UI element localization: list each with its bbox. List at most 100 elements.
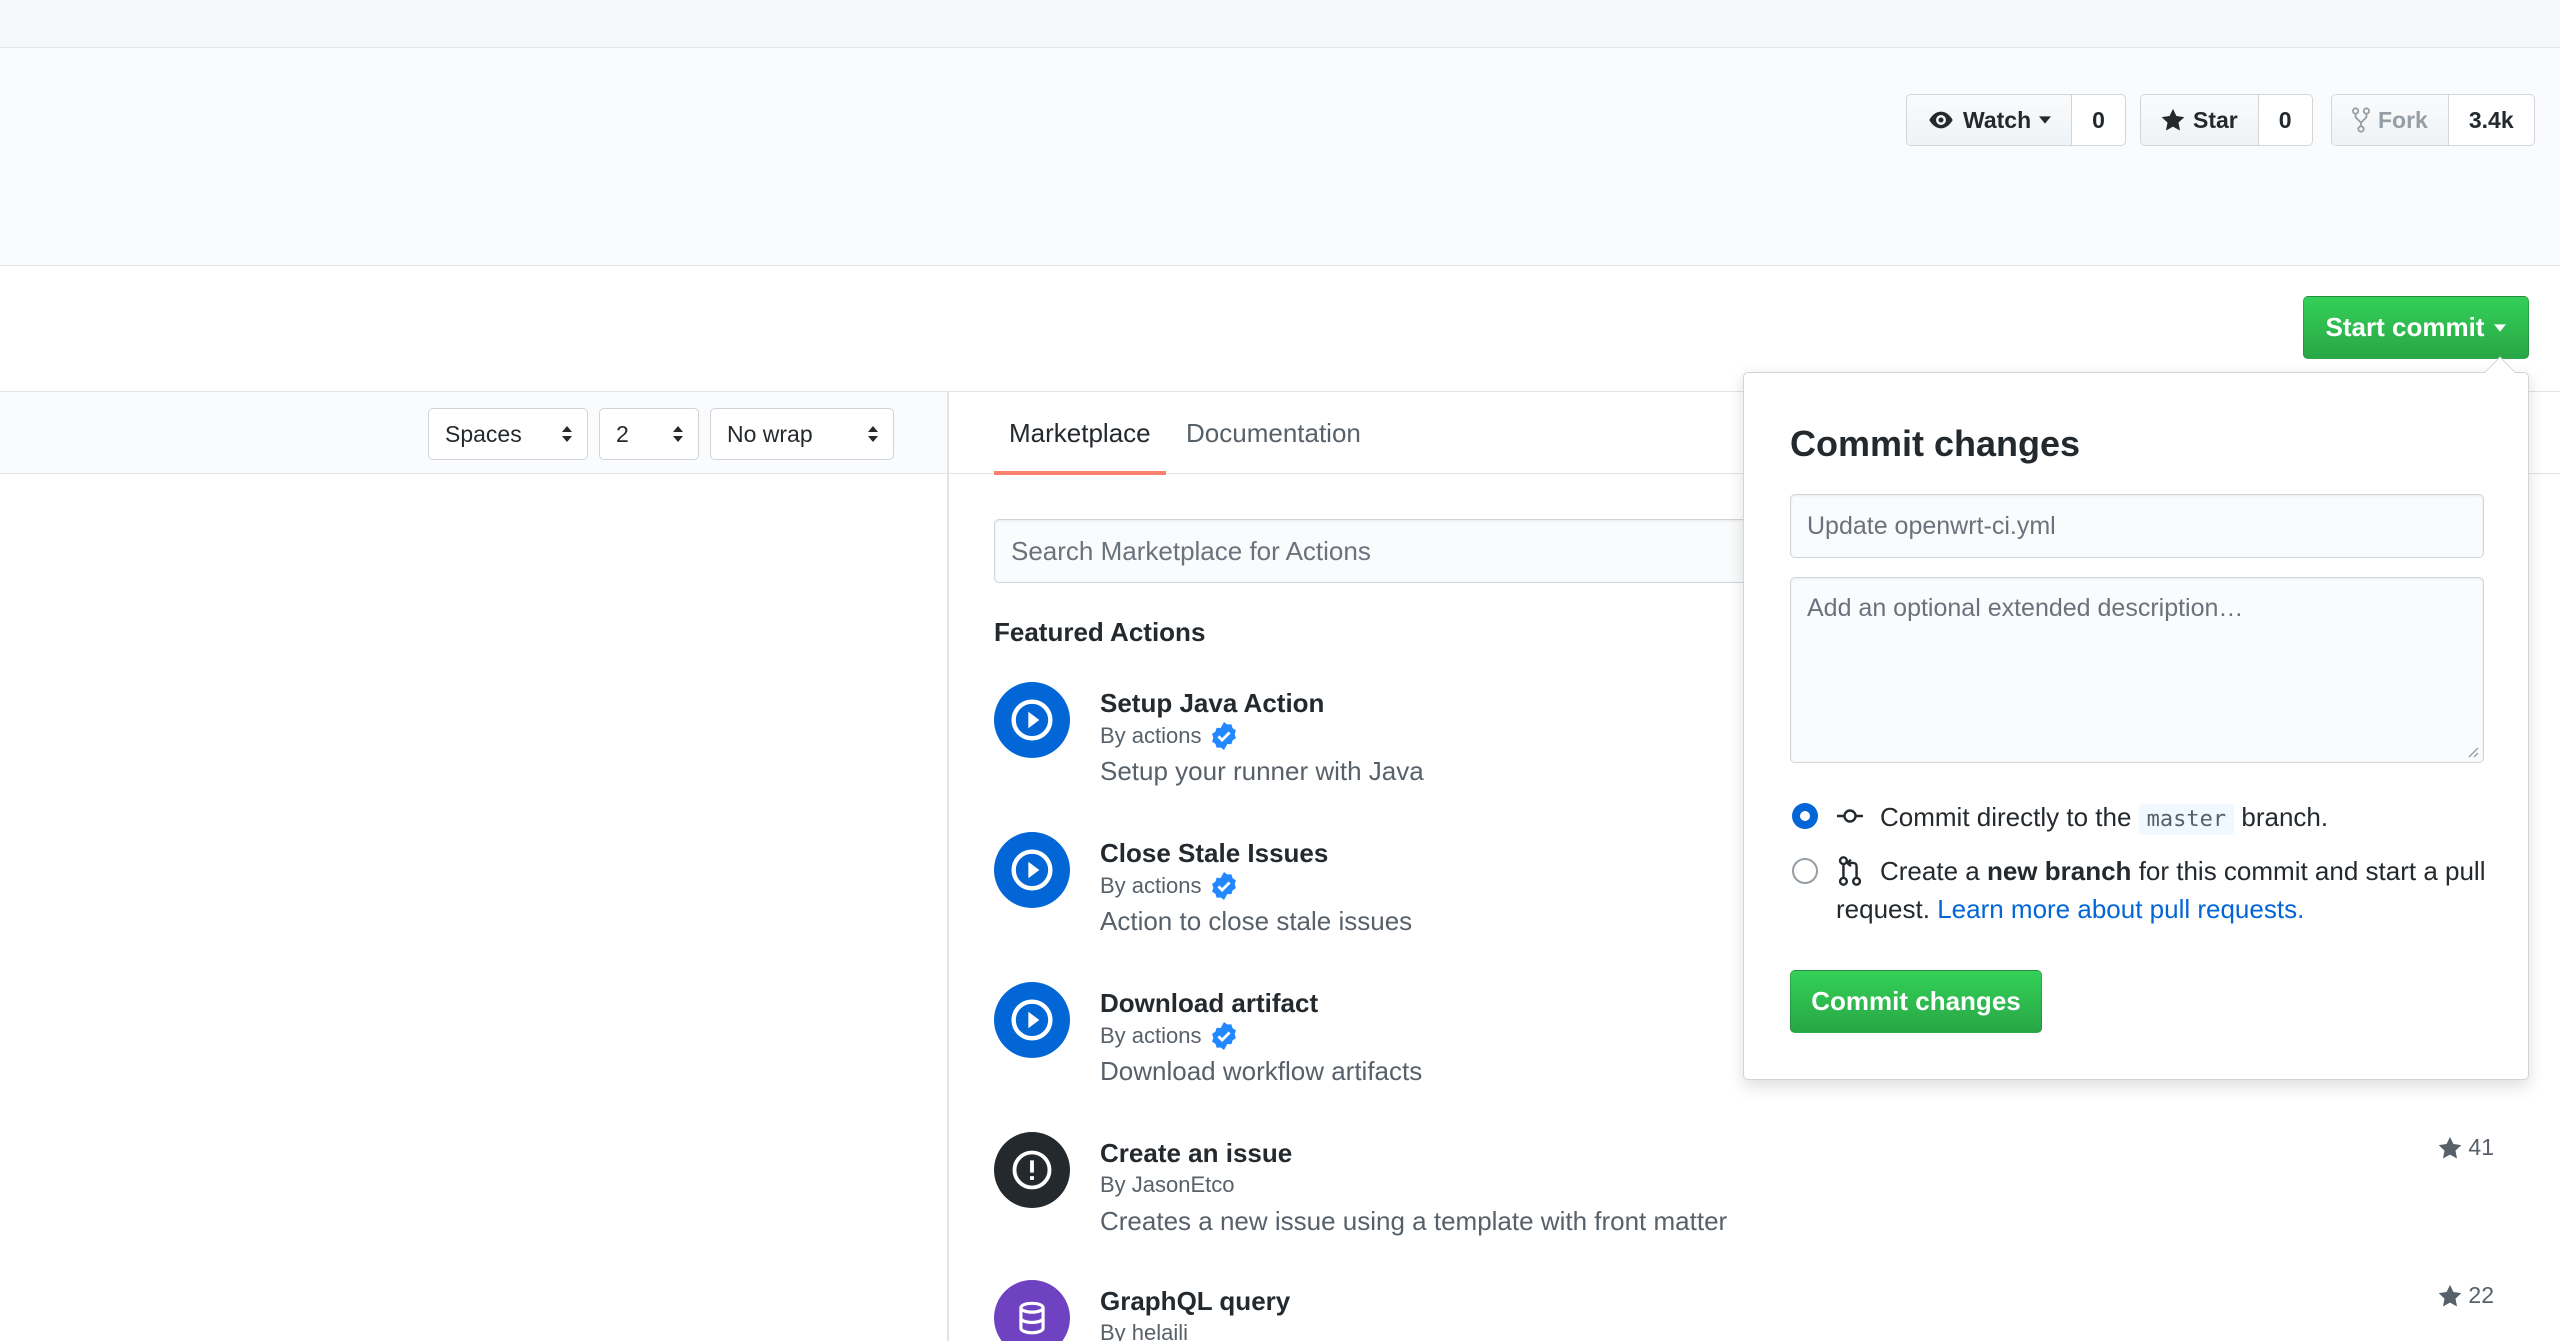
action-author: By JasonEtco	[1100, 1172, 1235, 1198]
action-author: By actions	[1100, 872, 1238, 900]
indent-mode-value: Spaces	[445, 420, 522, 447]
indent-size-value: 2	[616, 420, 629, 447]
indent-size-select[interactable]: 2	[599, 408, 699, 460]
marketplace-search-placeholder: Search Marketplace for Actions	[1011, 535, 1371, 566]
wrap-mode-value: No wrap	[727, 420, 813, 447]
watch-button-group: Watch 0	[1906, 94, 2126, 146]
fork-icon	[2352, 107, 2370, 133]
select-arrows-icon	[562, 426, 572, 442]
star-button[interactable]: Star	[2141, 95, 2259, 145]
indent-mode-select[interactable]: Spaces	[428, 408, 588, 460]
star-icon	[2439, 1136, 2462, 1158]
commit-description-placeholder: Add an optional extended description…	[1807, 594, 2244, 622]
action-description: Setup your runner with Java	[1100, 756, 1424, 786]
commit-changes-label: Commit changes	[1811, 986, 2021, 1016]
popover-caret	[2484, 356, 2516, 388]
play-icon	[994, 682, 1070, 758]
wrap-mode-select[interactable]: No wrap	[710, 408, 894, 460]
database-icon	[994, 1280, 1070, 1341]
fork-count[interactable]: 3.4k	[2448, 95, 2534, 145]
featured-actions-heading: Featured Actions	[994, 617, 1206, 647]
verified-badge-icon	[1211, 872, 1236, 900]
action-stars: 22	[2438, 1282, 2494, 1309]
repository-header	[0, 48, 2560, 266]
action-name[interactable]: GraphQL query	[1100, 1286, 1290, 1317]
learn-more-pull-requests-link[interactable]: Learn more about pull requests.	[1937, 894, 2304, 924]
play-icon	[994, 982, 1070, 1058]
tab-documentation[interactable]: Documentation	[1182, 392, 1365, 474]
commit-changes-popover: Commit changes Update openwrt-ci.yml Add…	[1743, 356, 2529, 1080]
start-commit-button[interactable]: Start commit	[2303, 296, 2529, 359]
watch-button[interactable]: Watch	[1907, 95, 2073, 145]
action-star-count: 22	[2468, 1282, 2494, 1308]
git-commit-icon	[1837, 809, 1863, 823]
commit-direct-option[interactable]: Commit directly to the master branch.	[1792, 797, 2492, 837]
commit-new-branch-line2: request. Learn more about pull requests.	[1836, 889, 2304, 929]
action-author: By actions	[1100, 722, 1238, 750]
commit-new-branch-option[interactable]: Create a new branch for this commit and …	[1792, 851, 2492, 931]
new-branch-bold: new branch	[1986, 856, 2132, 886]
tab-label: Marketplace	[1009, 417, 1151, 448]
start-commit-label: Start commit	[2325, 312, 2485, 342]
commit-direct-radio[interactable]	[1792, 803, 1818, 829]
pull-request-icon	[1838, 856, 1862, 886]
commit-summary-placeholder: Update openwrt-ci.yml	[1807, 511, 2056, 540]
commit-direct-prefix: Commit directly to the	[1880, 802, 2132, 832]
chevron-down-icon	[2039, 116, 2052, 124]
fork-button[interactable]: Fork	[2332, 95, 2449, 145]
action-author-label: By JasonEtco	[1100, 1172, 1235, 1197]
popover-title: Commit changes	[1790, 423, 2081, 464]
fork-label: Fork	[2378, 106, 2428, 133]
action-item-graphql-query[interactable]: GraphQL query By helaili 22	[994, 1280, 2494, 1341]
eye-icon	[1929, 111, 1953, 129]
action-name[interactable]: Close Stale Issues	[1100, 838, 1328, 869]
star-label: Star	[2193, 106, 2238, 133]
action-name[interactable]: Setup Java Action	[1100, 688, 1324, 719]
commit-new-branch-line1: Create a new branch for this commit and …	[1880, 851, 2486, 891]
tab-marketplace[interactable]: Marketplace	[994, 392, 1166, 475]
commit-direct-text: Commit directly to the master branch.	[1880, 797, 2328, 840]
issue-icon	[994, 1132, 1070, 1208]
marketplace-search-input[interactable]: Search Marketplace for Actions	[994, 519, 1754, 583]
branch-name-code: master	[2138, 804, 2235, 835]
action-name[interactable]: Download artifact	[1100, 988, 1318, 1019]
new-branch-line2: request.	[1836, 894, 1930, 924]
select-arrows-icon	[868, 426, 878, 442]
watch-label: Watch	[1963, 106, 2032, 133]
action-author: By helaili	[1100, 1320, 1188, 1341]
verified-badge-icon	[1211, 1022, 1236, 1050]
editor-sidebar-divider	[947, 391, 949, 1341]
commit-summary-input[interactable]: Update openwrt-ci.yml	[1790, 494, 2484, 558]
resize-grip-icon[interactable]	[2465, 744, 2479, 758]
chevron-down-icon	[2494, 323, 2507, 332]
watch-count[interactable]: 0	[2072, 95, 2125, 145]
fork-button-group: Fork 3.4k	[2331, 94, 2535, 146]
action-author-label: By actions	[1100, 723, 1202, 748]
commit-new-branch-radio[interactable]	[1792, 858, 1818, 884]
star-icon	[2161, 108, 2185, 131]
action-star-count: 41	[2468, 1134, 2494, 1160]
action-author-label: By actions	[1100, 873, 1202, 898]
top-navigation-bar	[0, 0, 2560, 48]
action-author-label: By helaili	[1100, 1320, 1189, 1341]
commit-description-textarea[interactable]: Add an optional extended description…	[1790, 577, 2484, 763]
star-icon	[2439, 1284, 2462, 1306]
action-stars: 41	[2438, 1134, 2494, 1161]
action-item-create-an-issue[interactable]: Create an issue By JasonEtco Creates a n…	[994, 1132, 2494, 1252]
action-author-label: By actions	[1100, 1023, 1202, 1048]
action-name[interactable]: Create an issue	[1100, 1138, 1292, 1169]
tab-label: Documentation	[1186, 417, 1361, 448]
new-branch-suffix: for this commit and start a pull	[2138, 856, 2486, 886]
action-author: By actions	[1100, 1022, 1238, 1050]
play-icon	[994, 832, 1070, 908]
new-branch-prefix: Create a	[1880, 856, 1980, 886]
verified-badge-icon	[1211, 722, 1236, 750]
commit-changes-button[interactable]: Commit changes	[1790, 970, 2042, 1033]
action-description: Action to close stale issues	[1100, 906, 1413, 936]
select-arrows-icon	[673, 426, 683, 442]
star-count[interactable]: 0	[2258, 95, 2312, 145]
action-description: Creates a new issue using a template wit…	[1100, 1206, 1728, 1236]
star-button-group: Star 0	[2140, 94, 2313, 146]
commit-direct-suffix: branch.	[2241, 802, 2329, 832]
action-description: Download workflow artifacts	[1100, 1056, 1423, 1086]
